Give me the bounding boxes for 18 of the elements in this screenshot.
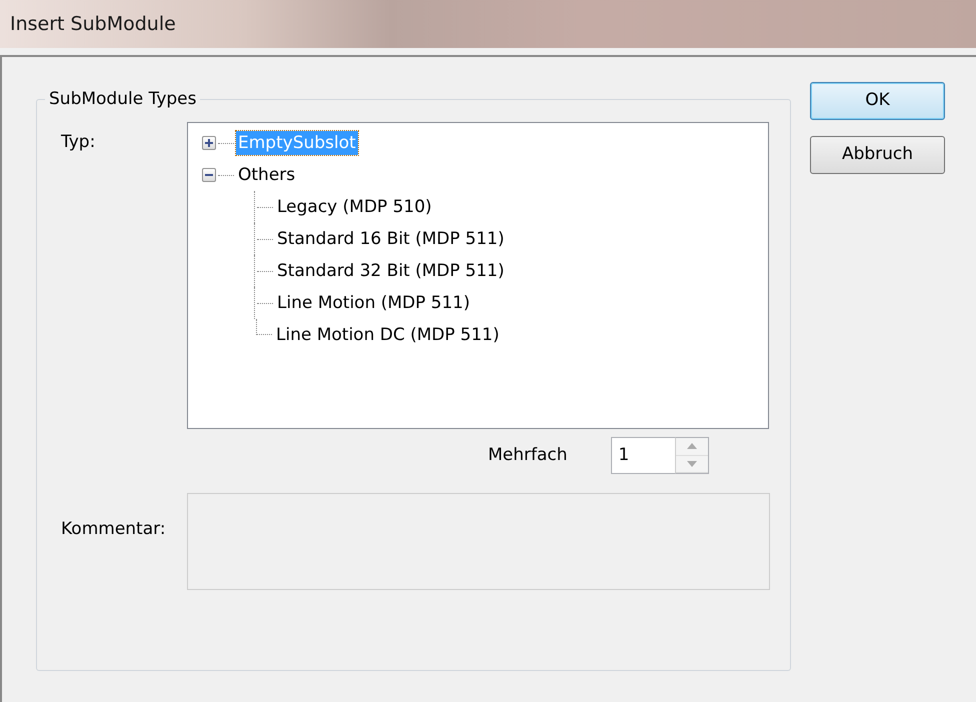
tree-item[interactable]: Others [236,163,298,187]
tree-item[interactable]: Standard 32 Bit (MDP 511) [275,259,506,283]
expand-icon[interactable] [202,136,216,150]
window-title: Insert SubModule [10,12,177,36]
tree-item[interactable]: Line Motion (MDP 511) [275,291,472,315]
ok-button[interactable]: OK [810,82,945,120]
number-field[interactable]: 1 [611,437,676,474]
comment-field[interactable] [187,493,770,590]
comment-label: Kommentar: [61,519,166,539]
cancel-button[interactable]: Abbruch [810,136,945,174]
tree-item[interactable]: Legacy (MDP 510) [275,195,434,219]
spin-down-icon[interactable] [676,456,708,473]
multiple-label: Mehrfach [488,444,568,467]
tree-item[interactable]: Standard 16 Bit (MDP 511) [275,227,506,251]
collapse-icon[interactable] [202,168,216,182]
type-label: Typ: [61,132,96,152]
spin-up-icon[interactable] [676,438,708,456]
tree-item[interactable]: Line Motion DC (MDP 511) [274,323,502,347]
